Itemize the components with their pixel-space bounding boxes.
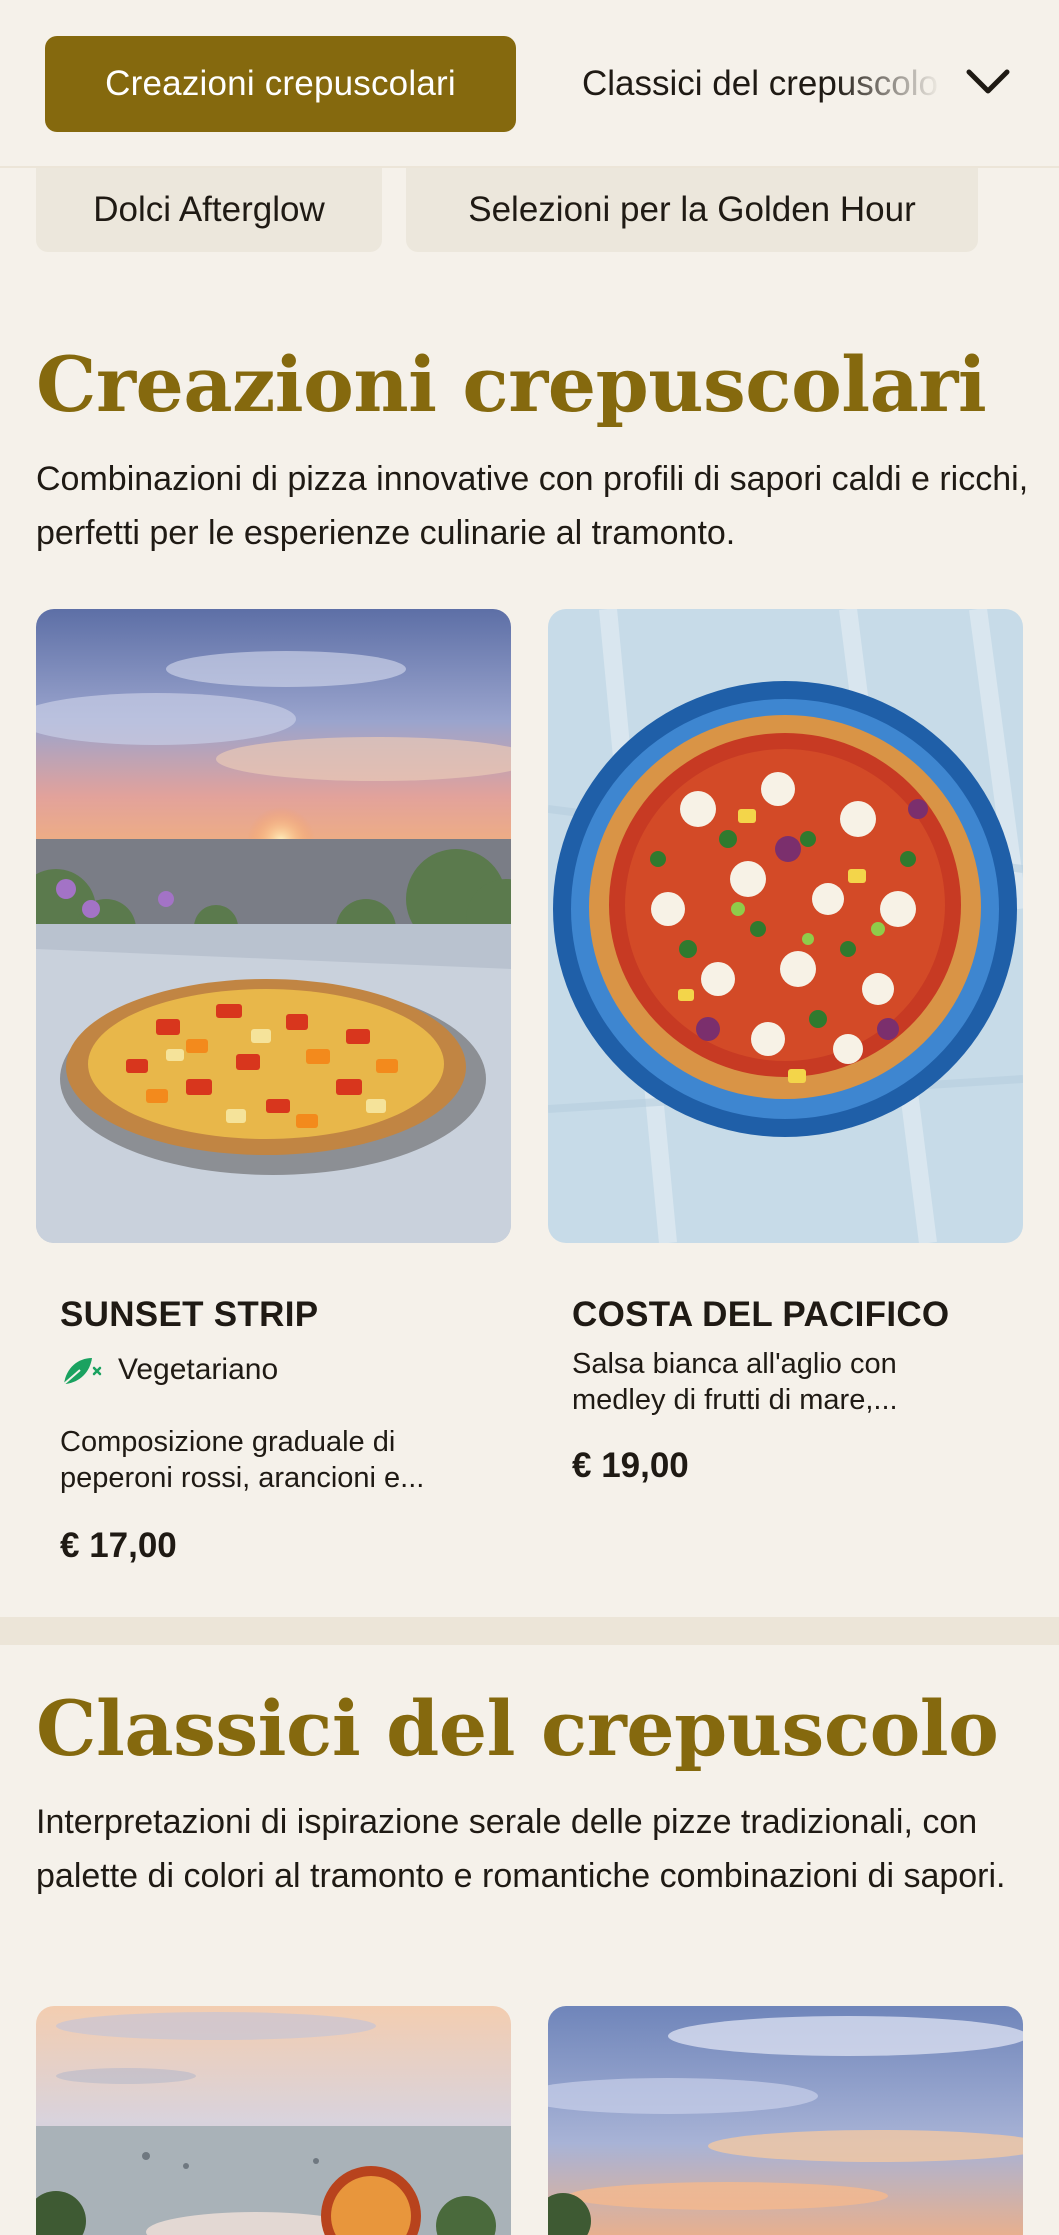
section-description: Interpretazioni di ispirazione serale de… — [36, 1803, 1006, 1895]
leaf-vegetarian-icon — [63, 1358, 102, 1385]
category-tab-dolci-afterglow[interactable]: Dolci Afterglow — [36, 168, 382, 252]
vegetarian-tag: Vegetariano — [60, 1352, 278, 1388]
item-price: € 17,00 — [60, 1526, 177, 1565]
item-price: € 19,00 — [572, 1446, 689, 1485]
section-title: Creazioni crepuscolari — [36, 340, 987, 429]
section-title: Classici del crepuscolo — [36, 1684, 999, 1773]
category-tab-creazioni-crepuscolari[interactable]: Creazioni crepuscolari — [45, 36, 516, 132]
chevron-down-icon — [966, 69, 1010, 94]
item-description: Salsa bianca all'aglio con medley di fru… — [572, 1348, 898, 1416]
classici-item-image-1[interactable] — [36, 2006, 511, 2235]
sunset-strip-image[interactable] — [36, 609, 511, 1243]
section-description: Combinazioni di pizza innovative con pro… — [36, 460, 1029, 552]
category-nav: Creazioni crepuscolari Classici del crep… — [0, 0, 1059, 168]
section-divider — [0, 1617, 1059, 1645]
item-name[interactable]: COSTA DEL PACIFICO — [572, 1295, 949, 1335]
classici-item-image-2[interactable] — [548, 2006, 1023, 2235]
item-name[interactable]: SUNSET STRIP — [60, 1295, 318, 1335]
category-tab-golden-hour[interactable]: Selezioni per la Golden Hour — [406, 168, 978, 252]
vegetarian-label: Vegetariano — [118, 1353, 279, 1386]
category-tab-classici-del-crepuscolo[interactable]: Classici del crepuscolo — [582, 36, 942, 132]
item-description: Composizione graduale di peperoni rossi,… — [60, 1426, 425, 1494]
costa-del-pacifico-image[interactable] — [548, 609, 1023, 1243]
category-dropdown-toggle[interactable] — [958, 52, 1018, 112]
